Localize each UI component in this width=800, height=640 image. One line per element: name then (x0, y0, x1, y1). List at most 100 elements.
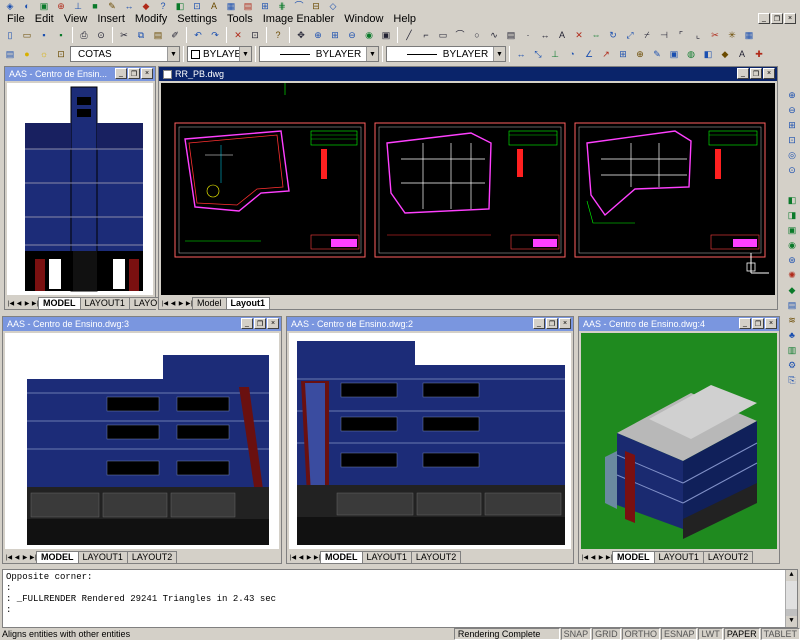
menu-edit[interactable]: Edit (30, 13, 59, 26)
shade-gouraud-icon[interactable]: ◨ (785, 208, 799, 222)
tab-model[interactable]: MODEL (38, 297, 81, 309)
solid-icon[interactable]: ■ (88, 0, 102, 14)
draw-icon[interactable]: ✎ (105, 0, 119, 14)
render-viewport[interactable] (581, 333, 777, 549)
break-tool-icon[interactable]: ✂ (708, 28, 722, 42)
first-tab-icon[interactable]: |◀ (161, 298, 169, 308)
tab-layout2[interactable]: LAYOUT2 (702, 551, 754, 563)
minimize-button[interactable]: _ (115, 68, 127, 79)
minimize-button[interactable]: _ (739, 318, 751, 329)
mdi-window-elevation-front[interactable]: AAS - Centro de Ensin... _ ❐ × |◀ ◀ ▶ ▶|… (4, 66, 180, 310)
menu-settings[interactable]: Settings (172, 13, 222, 26)
command-scrollbar[interactable]: ▲ ▼ (785, 570, 797, 627)
mdi-window-elevation-2[interactable]: AAS - Centro de Ensino.dwg:2 _ ❐ × |◀ ◀ … (286, 316, 574, 564)
rect-tool-icon[interactable]: ▭ (436, 28, 450, 42)
undo-icon[interactable]: ↶ (191, 28, 205, 42)
tablet-toggle[interactable]: TABLET (760, 628, 800, 640)
hatch-icon[interactable]: ▤ (241, 0, 255, 14)
3d-orbit-icon[interactable]: ◍ (684, 47, 698, 61)
menu-image-enabler[interactable]: Image Enabler (258, 13, 340, 26)
window-title-bar[interactable]: AAS - Centro de Ensino.dwg:3 _ ❐ × (3, 317, 281, 331)
menu-insert[interactable]: Insert (92, 13, 130, 26)
chamfer-tool-icon[interactable]: ⌞ (691, 28, 705, 42)
tolerance-icon[interactable]: ⊞ (616, 47, 630, 61)
first-tab-icon[interactable]: |◀ (289, 552, 297, 562)
tab-model[interactable]: MODEL (320, 551, 363, 563)
tab-model[interactable]: MODEL (36, 551, 79, 563)
properties-tool-icon[interactable]: ▦ (742, 28, 756, 42)
arc-tool-icon[interactable]: ⌒ (453, 28, 467, 42)
menu-file[interactable]: File (2, 13, 30, 26)
zoom-icon[interactable]: ⊕ (54, 0, 68, 14)
first-tab-icon[interactable]: |◀ (581, 552, 589, 562)
lineweight-dropdown[interactable]: BYLAYER ▼ (386, 46, 506, 62)
app-minimize-button[interactable]: _ (758, 13, 770, 24)
preview-icon[interactable]: ⊙ (94, 28, 108, 42)
zoom-extents-icon[interactable]: ◎ (785, 148, 799, 162)
pan-icon[interactable]: ✥ (294, 28, 308, 42)
ortho-toggle[interactable]: ORTHO (621, 628, 660, 640)
drawing-canvas[interactable] (7, 83, 153, 295)
layer-dropdown[interactable]: COTAS ▼ (70, 46, 180, 62)
color-dropdown[interactable]: BYLAYER ▼ (187, 46, 252, 62)
next-tab-icon[interactable]: ▶ (177, 298, 185, 308)
block-icon[interactable]: ▦ (224, 0, 238, 14)
cut-icon[interactable]: ✂ (117, 28, 131, 42)
hatch-tool-icon[interactable]: ▤ (504, 28, 518, 42)
layer-icon[interactable]: ◈ (3, 0, 17, 14)
saveas-icon[interactable]: ▪ (54, 28, 68, 42)
render-tool-icon[interactable]: ◆ (718, 47, 732, 61)
center-mark-icon[interactable]: ⊕ (633, 47, 647, 61)
cancel-icon[interactable]: ✕ (231, 28, 245, 42)
dim-ordinate-icon[interactable]: ⊥ (548, 47, 562, 61)
minimize-button[interactable]: _ (533, 318, 545, 329)
tab-layout1[interactable]: LAYOUT1 (653, 551, 704, 563)
drawing-canvas[interactable] (5, 333, 279, 549)
insert-icon[interactable]: ⊞ (258, 0, 272, 14)
tab-model[interactable]: Model (192, 297, 227, 309)
statistics-icon[interactable]: ▥ (785, 343, 799, 357)
minimize-button[interactable]: _ (241, 318, 253, 329)
circle-tool-icon[interactable]: ○ (470, 28, 484, 42)
mdi-window-floor-plans[interactable]: RR_PB.dwg _ ❐ × |◀ ◀ ▶ ▶| Model Layout1 (158, 66, 778, 310)
snap-icon[interactable]: ⊡ (190, 0, 204, 14)
next-tab-icon[interactable]: ▶ (597, 552, 605, 562)
close-button[interactable]: × (559, 318, 571, 329)
lock-icon[interactable]: ⊡ (248, 28, 262, 42)
scale-tool-icon[interactable]: ⤢ (623, 28, 637, 42)
table-icon[interactable]: ⊟ (309, 0, 323, 14)
text-style-icon[interactable]: A (735, 47, 749, 61)
shade-mode-icon[interactable]: ◧ (701, 47, 715, 61)
lwt-toggle[interactable]: LWT (698, 628, 723, 640)
zoom-all-icon[interactable]: ⊡ (785, 133, 799, 147)
scroll-up-icon[interactable]: ▲ (786, 570, 797, 581)
fillet-tool-icon[interactable]: ⌜ (674, 28, 688, 42)
print-icon[interactable]: ⎙ (77, 28, 91, 42)
menu-view[interactable]: View (59, 13, 93, 26)
zoom-scale-icon[interactable]: ⊙ (785, 163, 799, 177)
dim-angular-icon[interactable]: ∠ (582, 47, 596, 61)
window-title-bar[interactable]: AAS - Centro de Ensin... _ ❐ × (5, 67, 155, 81)
trim-tool-icon[interactable]: ⌿ (640, 28, 654, 42)
copy-icon[interactable]: ⧉ (134, 28, 148, 42)
new-icon[interactable]: ▯ (3, 28, 17, 42)
erase-tool-icon[interactable]: ✕ (572, 28, 586, 42)
shade-flat-icon[interactable]: ◧ (785, 193, 799, 207)
text-tool-icon[interactable]: A (555, 28, 569, 42)
drawing-canvas[interactable] (289, 333, 571, 549)
next-tab-icon[interactable]: ▶ (305, 552, 313, 562)
inquiry-icon[interactable]: ? (156, 0, 170, 14)
paste-icon[interactable]: ▤ (151, 28, 165, 42)
extend-tool-icon[interactable]: ⊣ (657, 28, 671, 42)
move-tool-icon[interactable]: ⇔ (589, 28, 603, 42)
render-scene-icon[interactable]: ⊛ (785, 253, 799, 267)
arc-icon[interactable]: ⌒ (292, 0, 306, 14)
match-icon[interactable]: ✐ (168, 28, 182, 42)
minimize-button[interactable]: _ (737, 68, 749, 79)
point-tool-icon[interactable]: · (521, 28, 535, 42)
zoom-out-icon[interactable]: ⊖ (785, 103, 799, 117)
window-title-bar[interactable]: RR_PB.dwg _ ❐ × (159, 67, 777, 81)
scroll-down-icon[interactable]: ▼ (786, 616, 797, 627)
landscape-icon[interactable]: ♣ (785, 328, 799, 342)
ucs-icon[interactable]: ⊥ (71, 0, 85, 14)
